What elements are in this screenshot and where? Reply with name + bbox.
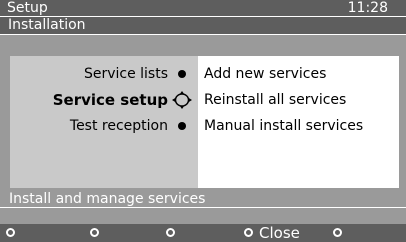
clock: 11:28 [347, 0, 388, 16]
softkey-green[interactable] [90, 225, 105, 242]
circle-icon [244, 227, 253, 237]
navigation-pad-icon [172, 91, 192, 109]
footer-divider [0, 207, 406, 208]
filled-circle-icon [178, 122, 186, 130]
tv-menu-screen: Setup 11:28 Installation Service lists S… [0, 0, 406, 242]
softkey-option[interactable] [333, 225, 348, 242]
menu-item-service-lists[interactable]: Service lists [10, 63, 198, 85]
circle-icon [166, 227, 175, 237]
softkey-close[interactable]: Close [244, 225, 300, 242]
filled-circle-icon [178, 70, 186, 78]
section-title: Installation [8, 17, 86, 33]
option-add-new-services[interactable]: Add new services [204, 63, 394, 85]
circle-icon [333, 227, 342, 237]
option-reinstall-all-services[interactable]: Reinstall all services [204, 89, 394, 111]
header-bar: Setup 11:28 Installation [0, 0, 406, 35]
option-manual-install-services[interactable]: Manual install services [204, 115, 394, 137]
softkey-red[interactable] [6, 225, 21, 242]
circle-icon [90, 227, 99, 237]
menu-title: Setup [7, 0, 48, 16]
menu-item-label: Test reception [69, 118, 168, 134]
menu-item-label: Service setup [52, 91, 168, 109]
menu-item-test-reception[interactable]: Test reception [10, 115, 198, 137]
menu-item-service-setup[interactable]: Service setup [10, 89, 198, 111]
close-button-label: Close [259, 224, 300, 242]
circle-icon [6, 227, 15, 237]
help-hint: Install and manage services [9, 191, 206, 207]
softkey-yellow[interactable] [166, 225, 181, 242]
menu-item-label: Service lists [83, 66, 168, 82]
